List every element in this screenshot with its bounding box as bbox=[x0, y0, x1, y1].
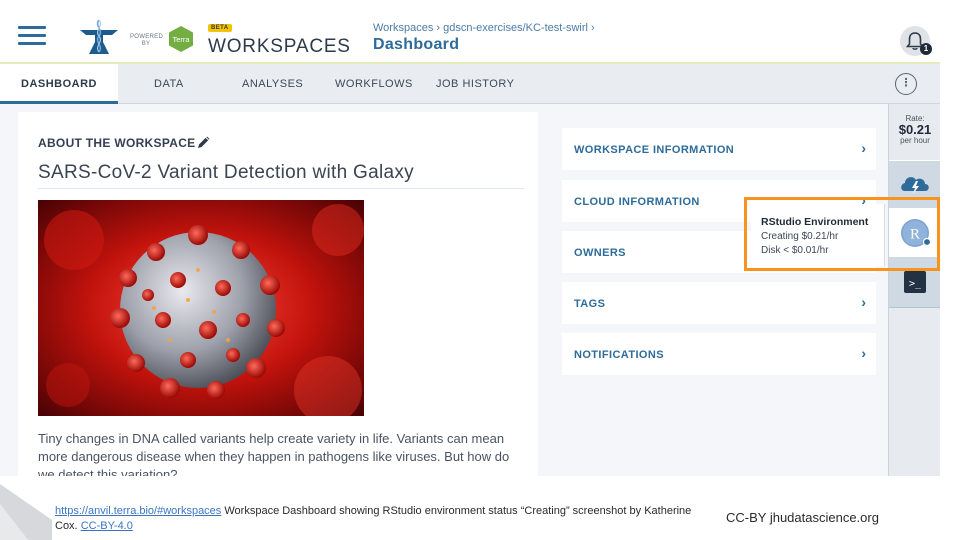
page-title: Dashboard bbox=[373, 36, 460, 53]
app-screenshot: POWERED BY Terra BETA WORKSPACES Workspa… bbox=[0, 0, 940, 476]
section-label: WORKSPACE INFORMATION bbox=[574, 144, 735, 156]
tab-dashboard[interactable]: DASHBOARD bbox=[0, 64, 118, 104]
corner-decoration bbox=[0, 484, 52, 540]
more-options-icon[interactable]: ⋮ bbox=[895, 73, 917, 95]
terra-logo-text: Terra bbox=[172, 35, 190, 44]
powered-by-label: POWERED BY bbox=[130, 34, 164, 47]
chevron-right-icon: › bbox=[861, 294, 866, 310]
workspace-title: SARS-CoV-2 Variant Detection with Galaxy bbox=[38, 162, 414, 183]
tab-job-history[interactable]: JOB HISTORY bbox=[436, 64, 514, 104]
workspace-information-section[interactable]: WORKSPACE INFORMATION › bbox=[562, 128, 876, 170]
popup-card: RStudio Environment Creating $0.21/hr Di… bbox=[751, 204, 885, 266]
title-divider bbox=[38, 188, 524, 189]
popup-title: RStudio Environment bbox=[761, 216, 869, 228]
about-workspace-panel: ABOUT THE WORKSPACE SARS-CoV-2 Variant D… bbox=[18, 112, 538, 476]
popup-status: Creating $0.21/hr bbox=[761, 231, 839, 242]
workspace-description: Tiny changes in DNA called variants help… bbox=[38, 431, 510, 476]
source-link[interactable]: https://anvil.terra.bio/#workspaces bbox=[55, 505, 221, 517]
chevron-right-icon: › bbox=[861, 345, 866, 361]
section-label: TAGS bbox=[574, 298, 606, 310]
app-header: POWERED BY Terra BETA WORKSPACES Workspa… bbox=[0, 0, 940, 64]
virus-image bbox=[38, 200, 364, 416]
section-label: CLOUD INFORMATION bbox=[574, 196, 700, 208]
cost-rate-display: Rate: $0.21 per hour bbox=[889, 104, 940, 160]
edit-pencil-icon[interactable] bbox=[196, 134, 212, 150]
app-title: WORKSPACES bbox=[208, 36, 351, 57]
cloud-environment-rail: Rate: $0.21 per hour R >_ bbox=[888, 104, 940, 476]
tab-analyses[interactable]: ANALYSES bbox=[242, 64, 303, 104]
section-label: NOTIFICATIONS bbox=[574, 349, 664, 361]
rstudio-environment-popup: RStudio Environment Creating $0.21/hr Di… bbox=[744, 197, 940, 271]
popup-disk-cost: Disk < $0.01/hr bbox=[761, 245, 829, 256]
workspace-info-panel: WORKSPACE INFORMATION › CLOUD INFORMATIO… bbox=[548, 104, 888, 476]
chevron-right-icon: › bbox=[861, 140, 866, 156]
license-link[interactable]: CC-BY-4.0 bbox=[81, 520, 133, 532]
workspace-tabs: DASHBOARD DATA ANALYSES WORKFLOWS JOB HI… bbox=[0, 64, 940, 104]
beta-badge: BETA bbox=[208, 24, 232, 32]
section-label: OWNERS bbox=[574, 247, 626, 259]
notifications-section[interactable]: NOTIFICATIONS › bbox=[562, 333, 876, 375]
hamburger-menu-icon[interactable] bbox=[18, 26, 46, 46]
tab-workflows[interactable]: WORKFLOWS bbox=[335, 64, 413, 104]
image-caption: https://anvil.terra.bio/#workspaces Work… bbox=[55, 504, 715, 534]
about-heading: ABOUT THE WORKSPACE bbox=[38, 136, 196, 150]
rate-unit: per hour bbox=[900, 136, 930, 145]
terminal-glyph: >_ bbox=[909, 279, 922, 290]
license-credit: CC-BY jhudatascience.org bbox=[726, 510, 879, 525]
tab-data[interactable]: DATA bbox=[154, 64, 184, 104]
anvil-logo[interactable] bbox=[76, 18, 122, 58]
rate-value: $0.21 bbox=[898, 122, 932, 137]
notification-count-badge: 1 bbox=[920, 43, 932, 55]
terra-logo-icon: Terra bbox=[169, 26, 193, 52]
breadcrumb[interactable]: Workspaces › gdscn-exercises/KC-test-swi… bbox=[373, 22, 595, 34]
tags-section[interactable]: TAGS › bbox=[562, 282, 876, 324]
coronavirus-illustration bbox=[38, 200, 364, 416]
